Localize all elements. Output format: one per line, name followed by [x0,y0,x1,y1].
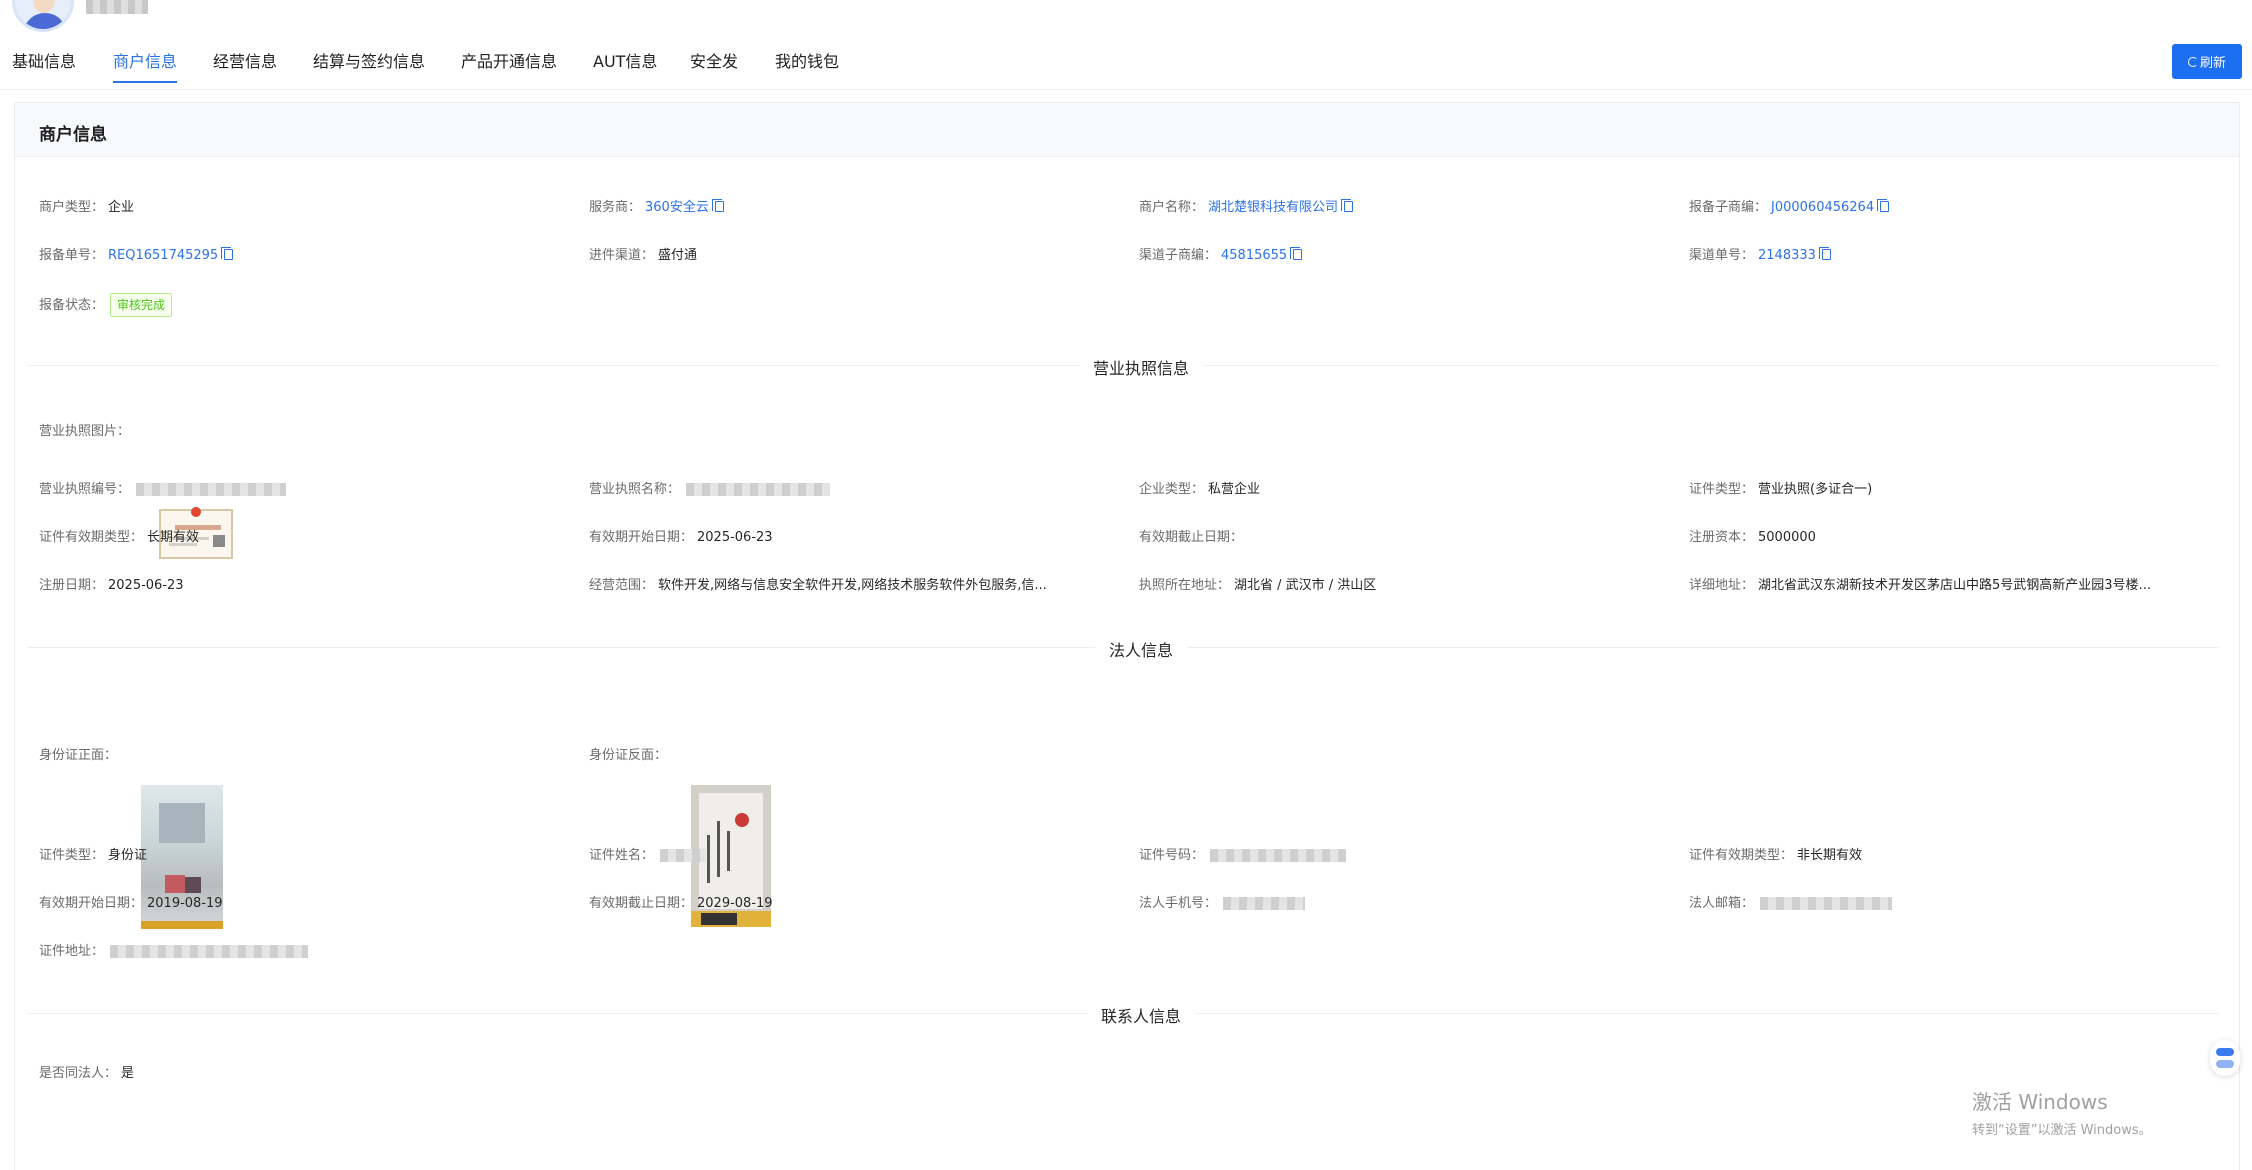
field-merchant-type: 商户类型： 企业 [39,200,135,215]
copy-icon[interactable] [221,247,234,260]
field-cert-type: 证件类型： 营业执照(多证合一) [1689,482,1873,497]
section-license-title: 营业执照信息 [1079,355,1204,379]
field-legal-cert-type: 证件类型： 身份证 [39,848,148,863]
card-header: 商户信息 [15,103,2239,157]
tab-settlement-info[interactable]: 结算与签约信息 [313,52,425,72]
masked-value [660,849,707,862]
refresh-button[interactable]: 刷新 [2172,44,2242,79]
card-title: 商户信息 [39,125,107,145]
field-legal-start-date: 有效期开始日期： 2019-08-19 [39,896,223,911]
channel-sub-no-link[interactable]: 45815655 [1221,248,1287,263]
field-id-front: 身份证正面： [39,748,118,763]
section-legal-title: 法人信息 [1095,637,1188,661]
sub-merchant-no-link[interactable]: J000060456264 [1771,200,1874,215]
masked-value [110,945,309,958]
section-contact: 联系人信息 [27,1003,2219,1027]
field-order-no: 报备单号： REQ1651745295 [39,247,234,265]
field-channel-order-no: 渠道单号： 2148333 [1689,247,1831,265]
field-legal-address: 证件地址： [39,943,309,961]
field-channel-sub-no: 渠道子商编： 45815655 [1139,247,1303,265]
tab-business-info[interactable]: 经营信息 [213,52,277,72]
tab-anquanfa[interactable]: 安全发 [690,52,738,72]
refresh-icon [2187,56,2198,67]
merchant-info-card: 商户信息 商户类型： 企业 服务商： 360安全云 商户名称： 湖北楚银科技有限公司 … [14,102,2240,1170]
field-business-scope: 经营范围： 软件开发,网络与信息安全软件开发,网络技术服务软件外包服务,信... [589,578,1047,593]
masked-value [1210,849,1347,862]
copy-icon[interactable] [1818,247,1831,260]
field-end-date: 有效期截止日期： [1139,530,1244,545]
field-legal-cert-no: 证件号码： [1139,847,1347,865]
section-license: 营业执照信息 [27,355,2219,379]
refresh-label: 刷新 [2199,56,2226,71]
field-legal-email: 法人邮箱： [1689,895,1893,913]
user-avatar[interactable] [12,0,74,32]
copy-icon[interactable] [1290,247,1303,260]
user-bar [0,0,2252,32]
masked-value [136,483,287,496]
tab-merchant-info[interactable]: 商户信息 [113,52,178,83]
masked-value [686,483,831,496]
tab-product-info[interactable]: 产品开通信息 [461,52,557,72]
field-license-number: 营业执照编号： [39,481,287,499]
field-id-back: 身份证反面： [589,748,668,763]
field-detail-address: 详细地址： 湖北省武汉东湖新技术开发区茅店山中路5号武钢高新产业园3号楼... [1689,578,2151,593]
field-reg-capital: 注册资本： 5000000 [1689,530,1816,545]
field-legal-name: 证件姓名： [589,847,707,865]
tab-aut-info[interactable]: AUT信息 [593,52,657,72]
field-channel: 进件渠道： 盛付通 [589,248,698,263]
section-contact-title: 联系人信息 [1087,1003,1196,1027]
status-badge: 审核完成 [110,293,173,317]
field-report-status: 报备状态： 审核完成 [39,293,173,317]
tab-my-wallet[interactable]: 我的钱包 [775,52,839,72]
windows-activation-watermark: 激活 Windows 转到“设置”以激活 Windows。 [1972,1090,2152,1138]
provider-link[interactable]: 360安全云 [645,200,709,215]
field-provider: 服务商： 360安全云 [589,199,724,217]
masked-value [1223,897,1306,910]
field-validity-type: 证件有效期类型： 长期有效 [39,530,200,545]
section-legal-person: 法人信息 [27,637,2219,661]
copy-icon[interactable] [1877,199,1890,212]
field-legal-phone: 法人手机号： [1139,895,1306,913]
copy-icon[interactable] [1341,199,1354,212]
order-no-link[interactable]: REQ1651745295 [108,248,218,263]
field-legal-validity-type: 证件有效期类型： 非长期有效 [1689,848,1863,863]
tab-basic-info[interactable]: 基础信息 [12,52,76,72]
channel-order-no-link[interactable]: 2148333 [1758,248,1816,263]
copy-icon[interactable] [711,199,724,212]
field-license-image: 营业执照图片： [39,424,131,439]
tab-bar: 基础信息 商户信息 经营信息 结算与签约信息 产品开通信息 AUT信息 安全发 … [0,44,2252,90]
field-reg-date: 注册日期： 2025-06-23 [39,578,184,593]
field-company-type: 企业类型： 私营企业 [1139,482,1261,497]
field-merchant-name: 商户名称： 湖北楚银科技有限公司 [1139,199,1354,217]
user-name-masked [86,0,148,14]
field-license-location: 执照所在地址： 湖北省 / 武汉市 / 洪山区 [1139,578,1377,593]
float-toggle-button[interactable] [2210,1040,2240,1076]
field-license-name: 营业执照名称： [589,481,831,499]
merchant-name-link[interactable]: 湖北楚银科技有限公司 [1208,200,1338,215]
field-legal-end-date: 有效期截止日期： 2029-08-19 [589,896,773,911]
masked-value [1760,897,1893,910]
field-same-as-legal: 是否同法人：是 [39,1066,135,1081]
field-start-date: 有效期开始日期： 2025-06-23 [589,530,773,545]
field-sub-merchant-no: 报备子商编： J000060456264 [1689,199,1890,217]
